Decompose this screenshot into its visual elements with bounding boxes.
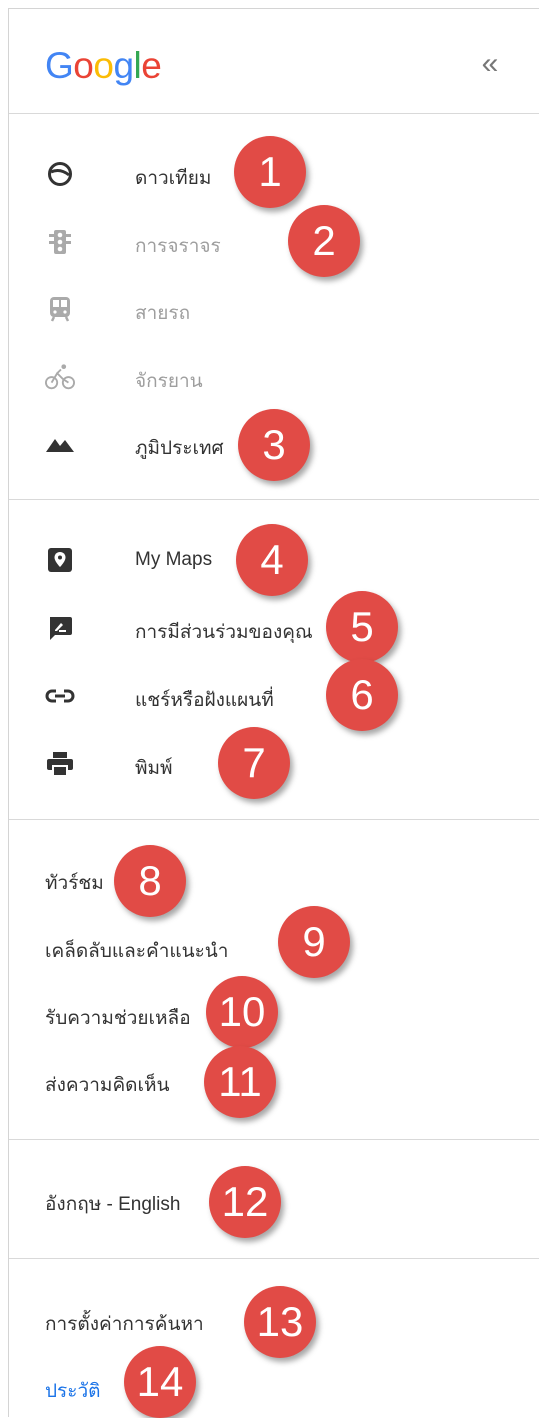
print-icon: [45, 751, 75, 777]
layer-label: จักรยาน: [135, 371, 203, 392]
annotation-badge: 1: [234, 136, 306, 208]
annotation-badge: 10: [206, 976, 278, 1048]
language-label: อังกฤษ - English: [45, 1194, 181, 1215]
link-icon: [45, 683, 75, 709]
menu-item-label: การมีส่วนร่วมของคุณ: [135, 622, 313, 643]
history-link: ประวัติ: [45, 1381, 101, 1402]
menu-item-label: พิมพ์: [135, 758, 173, 779]
annotation-badge: 3: [238, 409, 310, 481]
menu-item-label: แชร์หรือฝังแผนที่: [135, 690, 274, 711]
layer-label: ดาวเทียม: [135, 168, 212, 189]
layer-bicycling[interactable]: จักรยาน: [9, 352, 539, 402]
annotation-badge: 2: [288, 205, 360, 277]
divider: [9, 1258, 539, 1259]
google-logo: Google: [45, 45, 162, 87]
menu-item-label: ทัวร์ชม: [45, 873, 104, 894]
divider: [9, 499, 539, 500]
menu-item-label: ส่งความคิดเห็น: [45, 1075, 170, 1096]
terrain-icon: [45, 431, 75, 457]
logo-letter: g: [113, 45, 134, 86]
logo-letter: o: [73, 45, 94, 86]
annotation-badge: 5: [326, 591, 398, 663]
collapse-menu-button[interactable]: «: [475, 49, 505, 79]
menu-item-label: เคล็ดลับและคำแนะนำ: [45, 941, 229, 962]
annotation-badge: 14: [124, 1346, 196, 1418]
annotation-badge: 11: [204, 1046, 276, 1118]
divider: [9, 1139, 539, 1140]
layer-label: การจราจร: [135, 236, 221, 257]
logo-letter: G: [45, 45, 74, 86]
annotation-badge: 6: [326, 659, 398, 731]
layer-label: สายรถ: [135, 303, 191, 324]
logo-letter: e: [141, 45, 162, 86]
my-maps-pin-icon: [45, 547, 75, 573]
menu-item-history[interactable]: ประวัติ: [9, 1362, 539, 1412]
divider: [9, 819, 539, 820]
menu-item-share-embed[interactable]: แชร์หรือฝังแผนที่: [9, 671, 539, 721]
menu-item-label: My Maps: [135, 549, 213, 570]
layer-label: ภูมิประเทศ: [135, 438, 224, 459]
annotation-badge: 12: [209, 1166, 281, 1238]
traffic-light-icon: [45, 229, 75, 255]
annotation-badge: 7: [218, 727, 290, 799]
logo-letter: o: [93, 45, 114, 86]
annotation-badge: 13: [244, 1286, 316, 1358]
menu-item-contributions[interactable]: การมีส่วนร่วมของคุณ: [9, 603, 539, 653]
menu-item-label: รับความช่วยเหลือ: [45, 1008, 191, 1029]
transit-icon: [45, 296, 75, 322]
layer-traffic[interactable]: การจราจร: [9, 217, 539, 267]
menu-item-tips[interactable]: เคล็ดลับและคำแนะนำ: [9, 922, 539, 972]
menu-item-label: การตั้งค่าการค้นหา: [45, 1314, 204, 1335]
menu-item-tour[interactable]: ทัวร์ชม: [9, 854, 539, 904]
annotation-badge: 4: [236, 524, 308, 596]
divider: [9, 113, 539, 114]
annotation-badge: 8: [114, 845, 186, 917]
layer-transit[interactable]: สายรถ: [9, 284, 539, 334]
logo-letter: l: [133, 45, 142, 86]
contributions-icon: [45, 615, 75, 641]
annotation-badge: 9: [278, 906, 350, 978]
satellite-globe-icon: [45, 161, 75, 187]
bicycle-icon: [45, 364, 75, 390]
